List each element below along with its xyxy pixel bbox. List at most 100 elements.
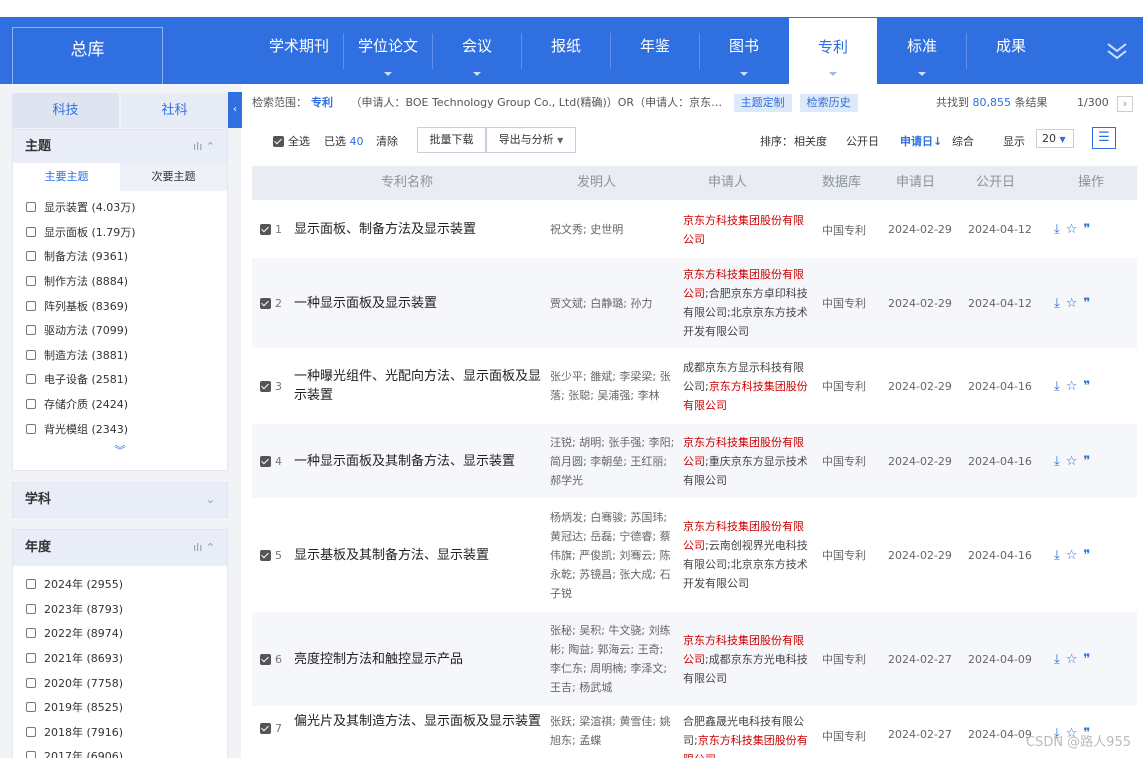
- tab-books[interactable]: 图书: [700, 17, 788, 84]
- patent-title-link[interactable]: 显示基板及其制备方法、显示装置: [294, 546, 550, 565]
- chart-collapse-icons[interactable]: ılı ⌃: [193, 530, 215, 566]
- favorite-icon[interactable]: ☆: [1066, 222, 1078, 237]
- facet-item[interactable]: 2017年 (6906): [13, 744, 227, 758]
- facet-item[interactable]: 2021年 (8693): [13, 646, 227, 671]
- row-checkbox[interactable]: [260, 224, 271, 235]
- sort-relevance[interactable]: 相关度: [794, 133, 827, 149]
- table-row[interactable]: 4 一种显示面板及其制备方法、显示装置 汪锐; 胡明; 张手强; 李阳; 简月圆…: [252, 424, 1137, 498]
- facet-item[interactable]: 背光模组 (2343): [13, 416, 227, 441]
- download-icon[interactable]: ⤓: [1054, 222, 1060, 237]
- table-row[interactable]: 7 偏光片及其制造方法、显示面板及显示装置 张跃; 梁渲祺; 黄雪佳; 姚旭东;…: [252, 706, 1137, 758]
- facet-item[interactable]: 2022年 (8974): [13, 621, 227, 646]
- facet-item[interactable]: 2018年 (7916): [13, 720, 227, 745]
- facet-item[interactable]: 2020年 (7758): [13, 670, 227, 695]
- facet-item[interactable]: 2023年 (8793): [13, 597, 227, 622]
- facet-item[interactable]: 显示面板 (1.79万): [13, 220, 227, 245]
- table-row[interactable]: 1 显示面板、制备方法及显示装置 祝文秀; 史世明 京东方科技集团股份有限公司 …: [252, 201, 1137, 258]
- row-checkbox[interactable]: [260, 723, 271, 734]
- table-row[interactable]: 5 显示基板及其制备方法、显示装置 杨炳发; 白骞骏; 苏国玮; 黄冠达; 岳磊…: [252, 498, 1137, 612]
- tab-standards[interactable]: 标准: [878, 17, 966, 84]
- cite-icon[interactable]: ❞: [1083, 222, 1090, 237]
- expand-nav-icon[interactable]: [1105, 39, 1129, 63]
- patent-title-link[interactable]: 亮度控制方法和触控显示产品: [294, 650, 550, 669]
- sort-apply-date[interactable]: 申请日↓: [900, 133, 942, 149]
- facet-item[interactable]: 2019年 (8525): [13, 695, 227, 720]
- checkbox[interactable]: [26, 702, 36, 713]
- tab-science[interactable]: 科技: [12, 93, 119, 128]
- tab-journals[interactable]: 学术期刊: [256, 17, 342, 84]
- facet-item[interactable]: 阵列基板 (8369): [13, 293, 227, 318]
- tab-yearbooks[interactable]: 年鉴: [611, 17, 699, 84]
- tab-patents[interactable]: 专利: [789, 18, 877, 84]
- checkbox[interactable]: [26, 423, 36, 434]
- tab-secondary-theme[interactable]: 次要主题: [120, 163, 227, 191]
- tab-theses[interactable]: 学位论文: [344, 17, 432, 84]
- checkbox[interactable]: [26, 226, 36, 237]
- select-all-checkbox[interactable]: 全选: [273, 133, 310, 149]
- favorite-icon[interactable]: ☆: [1066, 296, 1078, 311]
- checkbox[interactable]: [26, 751, 36, 758]
- favorite-icon[interactable]: ☆: [1066, 379, 1078, 394]
- row-checkbox[interactable]: [260, 549, 271, 561]
- row-checkbox[interactable]: [260, 297, 271, 309]
- checkbox[interactable]: [26, 677, 36, 688]
- export-analysis-dropdown[interactable]: 导出与分析 ▼: [486, 127, 576, 153]
- cite-icon[interactable]: ❞: [1083, 379, 1090, 394]
- checkbox[interactable]: [26, 202, 36, 213]
- checkbox[interactable]: [26, 325, 36, 336]
- sort-comprehensive[interactable]: 综合: [952, 133, 974, 149]
- cite-icon[interactable]: ❞: [1083, 454, 1090, 469]
- theme-facet-header[interactable]: 主题 ılı ⌃: [13, 130, 227, 163]
- sort-publish-date[interactable]: 公开日: [846, 133, 879, 149]
- cite-icon[interactable]: ❞: [1083, 296, 1090, 311]
- cite-icon[interactable]: ❞: [1083, 548, 1090, 563]
- checkbox[interactable]: [26, 628, 36, 639]
- favorite-icon[interactable]: ☆: [1066, 548, 1078, 563]
- next-page-icon[interactable]: ›: [1117, 96, 1133, 112]
- chevron-down-icon[interactable]: ⌄: [206, 483, 215, 517]
- checkbox[interactable]: [26, 300, 36, 311]
- checkbox[interactable]: [26, 579, 36, 590]
- topic-customize-button[interactable]: 主题定制: [733, 94, 792, 112]
- facet-item[interactable]: 存储介质 (2424): [13, 392, 227, 417]
- checkbox[interactable]: [26, 653, 36, 664]
- search-history-button[interactable]: 检索历史: [799, 94, 858, 112]
- batch-download-button[interactable]: 批量下载: [417, 127, 486, 153]
- row-checkbox[interactable]: [260, 380, 271, 392]
- facet-item[interactable]: 电子设备 (2581): [13, 367, 227, 392]
- patent-title-link[interactable]: 一种显示面板及其制备方法、显示装置: [294, 452, 550, 471]
- facet-item[interactable]: 制造方法 (3881): [13, 343, 227, 368]
- row-checkbox[interactable]: [260, 455, 271, 467]
- cite-icon[interactable]: ❞: [1083, 652, 1090, 667]
- checkbox[interactable]: [26, 349, 36, 360]
- download-icon[interactable]: ⤓: [1054, 652, 1060, 667]
- tab-achievements[interactable]: 成果: [967, 17, 1055, 84]
- list-view-icon[interactable]: ☰: [1092, 127, 1116, 149]
- checkbox[interactable]: [26, 251, 36, 262]
- tab-conferences[interactable]: 会议: [433, 17, 521, 84]
- facet-item[interactable]: 显示装置 (4.03万): [13, 195, 227, 220]
- patent-title-link[interactable]: 一种显示面板及显示装置: [294, 294, 550, 313]
- show-more-icon[interactable]: ︾: [13, 441, 227, 461]
- table-row[interactable]: 6 亮度控制方法和触控显示产品 张秘; 吴积; 牛文骁; 刘练彬; 陶益; 郭海…: [252, 612, 1137, 706]
- patent-title-link[interactable]: 一种曝光组件、光配向方法、显示面板及显示装置: [294, 367, 550, 405]
- favorite-icon[interactable]: ☆: [1066, 454, 1078, 469]
- collapse-sidebar-button[interactable]: ‹: [228, 92, 242, 128]
- checkbox[interactable]: [26, 726, 36, 737]
- page-size-select[interactable]: 20 ▼: [1036, 129, 1074, 148]
- download-icon[interactable]: ⤓: [1054, 379, 1060, 394]
- checkbox[interactable]: [26, 603, 36, 614]
- patent-title-link[interactable]: 偏光片及其制造方法、显示面板及显示装置: [294, 712, 550, 731]
- download-icon[interactable]: ⤓: [1054, 454, 1060, 469]
- download-icon[interactable]: ⤓: [1054, 296, 1060, 311]
- download-icon[interactable]: ⤓: [1054, 548, 1060, 563]
- nav-all-databases[interactable]: 总库: [12, 27, 163, 84]
- patent-title-link[interactable]: 显示面板、制备方法及显示装置: [294, 220, 550, 239]
- checkbox[interactable]: [26, 374, 36, 385]
- checkbox[interactable]: [26, 276, 36, 287]
- subject-facet-header[interactable]: 学科 ⌄: [13, 483, 227, 517]
- clear-selection-link[interactable]: 清除: [376, 133, 398, 149]
- tab-main-theme[interactable]: 主要主题: [13, 163, 120, 191]
- facet-item[interactable]: 2024年 (2955): [13, 572, 227, 597]
- favorite-icon[interactable]: ☆: [1066, 652, 1078, 667]
